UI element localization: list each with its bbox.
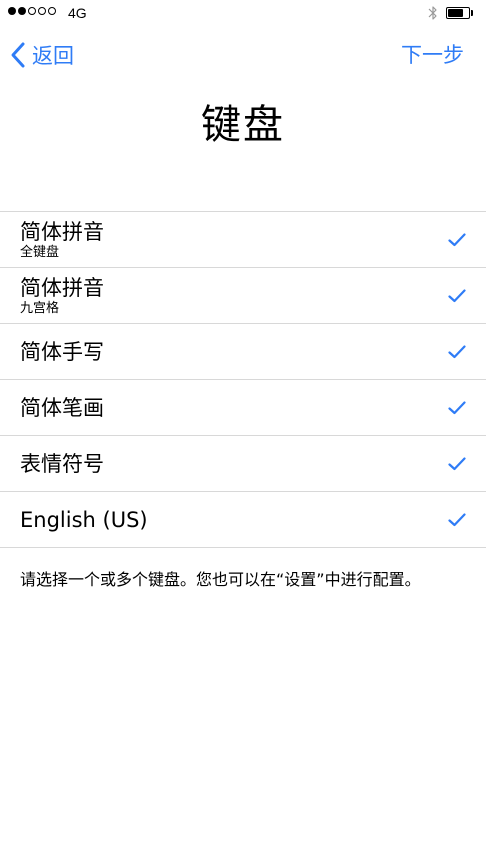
- keyboard-list: 简体拼音 全键盘 简体拼音 九宫格 简体手写 简体笔画 表情符号 English (US): [0, 211, 486, 548]
- checkmark-icon: [448, 345, 466, 359]
- back-button[interactable]: 返回: [10, 40, 74, 70]
- battery-level-fill: [448, 9, 463, 17]
- carrier-label: 4G: [68, 5, 87, 21]
- keyboard-title: English (US): [20, 508, 148, 532]
- keyboard-title: 简体拼音: [20, 276, 104, 300]
- keyboard-title: 表情符号: [20, 452, 104, 476]
- signal-dot: [48, 7, 56, 15]
- checkmark-icon: [448, 401, 466, 415]
- battery-tip: [471, 10, 473, 16]
- keyboard-title: 简体笔画: [20, 396, 104, 420]
- signal-dot: [18, 7, 26, 15]
- checkmark-icon: [448, 233, 466, 247]
- signal-dot: [8, 7, 16, 15]
- page-title: 键盘: [201, 102, 285, 148]
- keyboard-subtitle: 九宫格: [20, 301, 60, 316]
- next-button[interactable]: 下一步: [401, 40, 464, 70]
- keyboard-row[interactable]: 简体拼音 全键盘: [0, 212, 486, 268]
- keyboard-row[interactable]: English (US): [0, 492, 486, 548]
- checkmark-icon: [448, 513, 466, 527]
- back-button-label: 返回: [32, 44, 74, 68]
- keyboard-subtitle: 全键盘: [20, 245, 60, 260]
- keyboard-row[interactable]: 简体笔画: [0, 380, 486, 436]
- checkmark-icon: [448, 457, 466, 471]
- status-bar: 4G: [0, 0, 486, 26]
- bluetooth-icon: [428, 6, 437, 20]
- signal-dot: [38, 7, 46, 15]
- chevron-left-icon: [11, 42, 25, 68]
- footer-note: 请选择一个或多个键盘。您也可以在“设置”中进行配置。: [20, 570, 421, 589]
- keyboard-row[interactable]: 表情符号: [0, 436, 486, 492]
- keyboard-title: 简体手写: [20, 340, 104, 364]
- keyboard-row[interactable]: 简体手写: [0, 324, 486, 380]
- keyboard-title: 简体拼音: [20, 220, 104, 244]
- keyboard-row[interactable]: 简体拼音 九宫格: [0, 268, 486, 324]
- signal-strength-indicator: [8, 7, 58, 15]
- signal-dot: [28, 7, 36, 15]
- battery-icon: [446, 7, 470, 19]
- checkmark-icon: [448, 289, 466, 303]
